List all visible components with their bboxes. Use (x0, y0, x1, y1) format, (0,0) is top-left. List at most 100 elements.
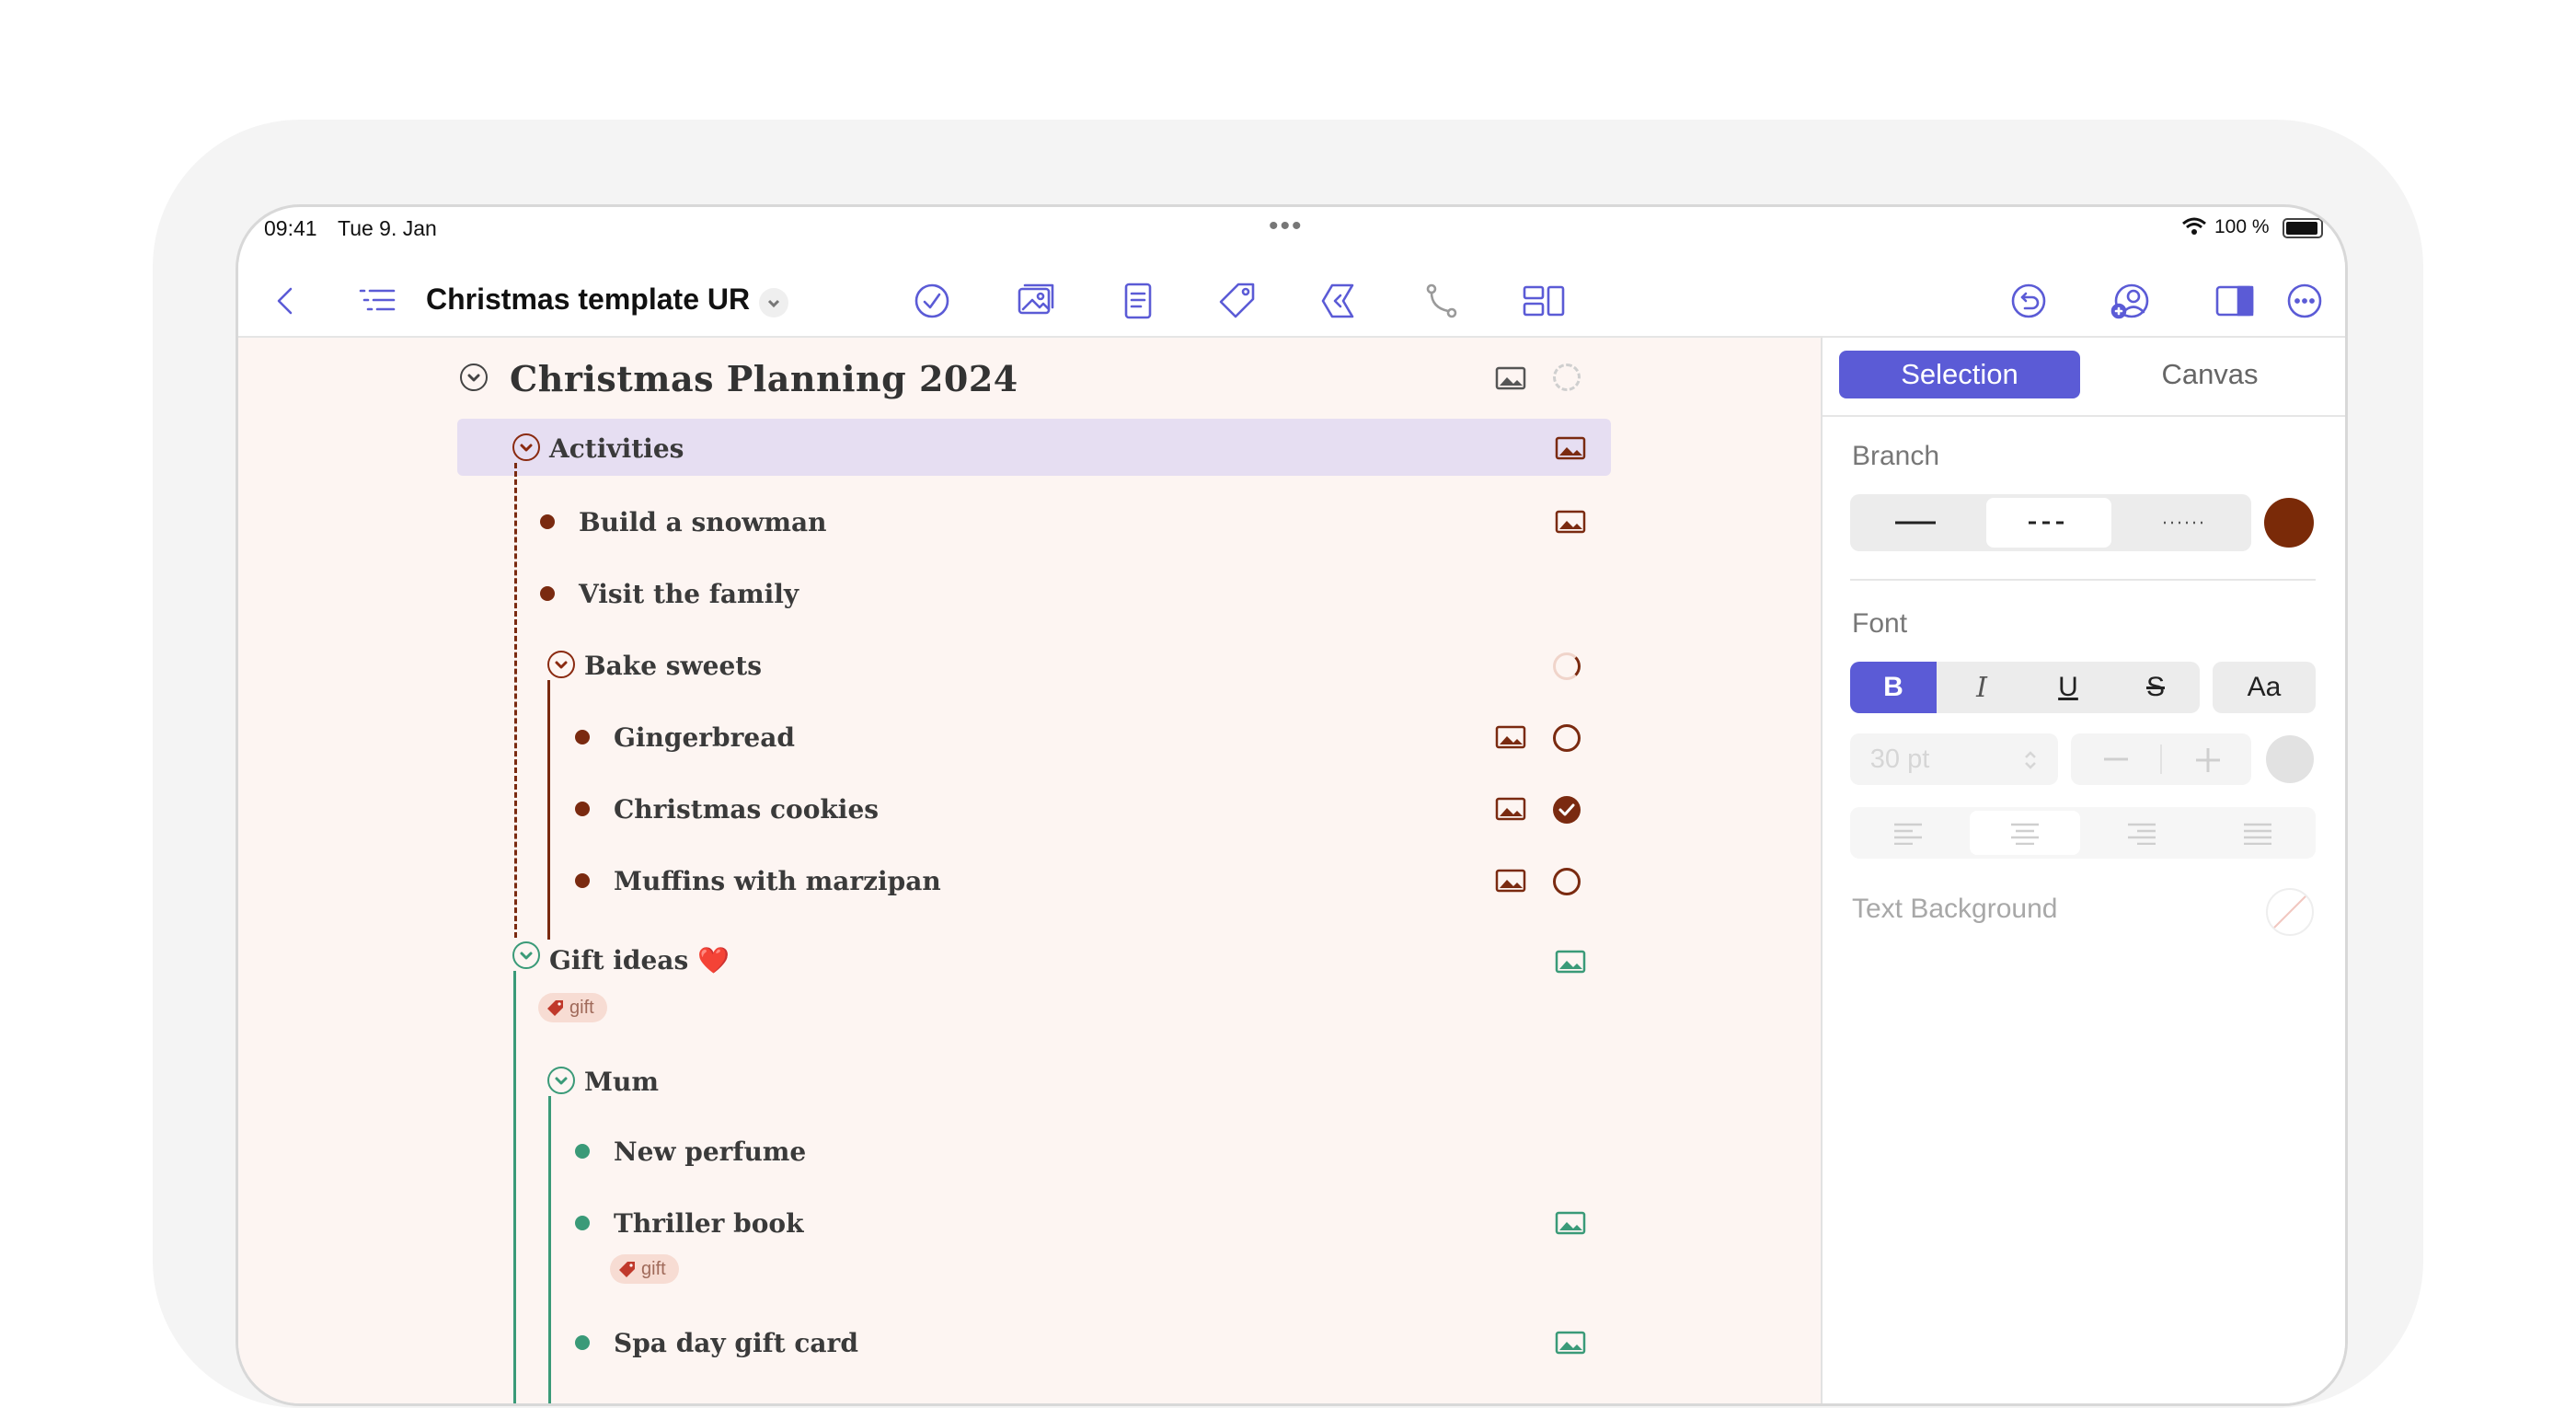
collapse-bake-sweets-icon[interactable] (547, 651, 575, 678)
layout-icon[interactable] (1515, 277, 1572, 325)
node-title: Gingerbread (614, 721, 795, 753)
task-checkbox[interactable] (1553, 868, 1581, 895)
bullet-dot (540, 586, 555, 601)
node-bake-sweets[interactable]: Bake sweets (584, 638, 762, 693)
divider (1823, 415, 2345, 417)
branch-dotted-button[interactable] (2117, 494, 2251, 551)
tag-label: gift (641, 1258, 666, 1279)
strikethrough-button[interactable]: S (2111, 662, 2200, 713)
node-activities[interactable]: Activities (549, 421, 684, 476)
image-attachment-icon[interactable] (1555, 1210, 1586, 1236)
node-spa-day[interactable]: Spa day gift card (614, 1315, 858, 1370)
progress-ring-icon (1553, 652, 1581, 680)
node-christmas-cookies[interactable]: Christmas cookies (614, 781, 879, 837)
node-title: Bake sweets (584, 650, 762, 681)
note-icon[interactable] (1114, 277, 1162, 325)
branch-dashed-button[interactable] (1986, 498, 2111, 548)
text-case-button[interactable]: Aa (2213, 662, 2316, 713)
collapse-root-icon[interactable] (460, 364, 488, 391)
image-attachment-icon[interactable] (1495, 365, 1526, 391)
align-justify-button[interactable] (2200, 807, 2316, 859)
branch-solid-button[interactable] (1850, 494, 1981, 551)
wifi-icon (2182, 217, 2206, 235)
back-icon[interactable] (262, 277, 310, 325)
chevron-down-icon[interactable] (759, 288, 788, 317)
collapse-mum-icon[interactable] (547, 1067, 575, 1094)
root-node[interactable]: Christmas Planning 2024 (510, 351, 1018, 406)
node-build-a-snowman[interactable]: Build a snowman (579, 494, 827, 549)
battery-percent: 100 % (2214, 216, 2270, 237)
solid-line-icon (1895, 521, 1936, 525)
toolbar: Christmas template UR (238, 262, 2345, 338)
node-visit-the-family[interactable]: Visit the family (579, 566, 799, 621)
node-title: Build a snowman (579, 506, 827, 537)
align-right-button[interactable] (2084, 807, 2200, 859)
image-attachment-icon[interactable] (1555, 435, 1586, 461)
dotted-line-icon (2164, 521, 2204, 525)
task-checkbox-checked[interactable] (1553, 796, 1581, 824)
collapse-activities-icon[interactable] (512, 433, 540, 461)
connection-icon[interactable] (1418, 277, 1466, 325)
align-center-icon (2011, 823, 2039, 845)
tag-icon (619, 1262, 635, 1277)
image-attachment-icon[interactable] (1495, 868, 1526, 894)
image-attachment-icon[interactable] (1555, 509, 1586, 535)
alignment-control (1850, 807, 2316, 859)
divider (1850, 579, 2316, 581)
collapse-gift-ideas-icon[interactable] (512, 941, 540, 969)
share-collaborate-icon[interactable] (2106, 277, 2154, 325)
node-gift-ideas[interactable]: Gift ideas ❤️ (549, 932, 730, 987)
image-gallery-icon[interactable] (1009, 277, 1064, 325)
plus-icon[interactable] (2194, 746, 2222, 774)
image-attachment-icon[interactable] (1495, 796, 1526, 822)
tag-icon[interactable] (1213, 277, 1261, 325)
bake-branch-line (547, 680, 550, 940)
bullet-dot (540, 514, 555, 529)
underline-button[interactable]: U (2025, 662, 2111, 713)
tab-canvas[interactable]: Canvas (2089, 351, 2330, 398)
more-options-icon[interactable] (2281, 277, 2329, 325)
tag-icon (547, 1000, 563, 1016)
gifts-branch-line (513, 971, 516, 1403)
sidebar-toggle-icon[interactable] (2207, 277, 2262, 325)
node-gingerbread[interactable]: Gingerbread (614, 710, 795, 765)
multitasking-dots-icon[interactable]: ••• (1269, 211, 1304, 242)
mum-branch-line (548, 1096, 551, 1403)
dashed-line-icon (2029, 521, 2069, 525)
minus-icon[interactable] (2102, 750, 2130, 768)
node-muffins[interactable]: Muffins with marzipan (614, 853, 941, 908)
align-left-button[interactable] (1850, 807, 1966, 859)
text-background-swatch[interactable] (2266, 888, 2314, 936)
tag-chip[interactable]: gift (538, 993, 607, 1022)
branch-color-swatch[interactable] (2264, 498, 2314, 548)
font-size-value: 30 pt (1869, 744, 1930, 774)
node-title: Thriller book (614, 1207, 804, 1239)
status-bar: 09:41 Tue 9. Jan ••• 100 % (238, 207, 2345, 262)
align-center-button[interactable] (1970, 811, 2080, 855)
link-back-icon[interactable] (1315, 277, 1363, 325)
activities-branch-line (514, 463, 517, 938)
image-attachment-icon[interactable] (1495, 724, 1526, 750)
tab-selection[interactable]: Selection (1839, 351, 2080, 398)
node-new-perfume[interactable]: New perfume (614, 1124, 806, 1179)
node-title: Visit the family (579, 578, 799, 609)
node-title: Spa day gift card (614, 1327, 858, 1358)
bullet-dot (575, 1335, 590, 1350)
text-case-control: Aa (2213, 662, 2316, 713)
activities-title: Activities (549, 433, 684, 464)
outline-canvas[interactable]: Christmas Planning 2024 Activities Build… (238, 338, 1823, 1403)
font-color-swatch[interactable] (2266, 735, 2314, 783)
bold-button[interactable]: B (1850, 662, 1937, 713)
task-check-icon[interactable] (908, 277, 956, 325)
node-mum[interactable]: Mum (584, 1054, 659, 1109)
font-size-field[interactable]: 30 pt (1850, 733, 2058, 785)
node-thriller-book[interactable]: Thriller book (614, 1195, 804, 1251)
tag-chip[interactable]: gift (610, 1254, 679, 1284)
task-checkbox[interactable] (1553, 724, 1581, 752)
gift-ideas-title: Gift ideas ❤️ (549, 944, 730, 975)
image-attachment-icon[interactable] (1555, 949, 1586, 975)
italic-button[interactable]: I (1938, 662, 2025, 713)
document-title[interactable]: Christmas template UR (426, 283, 750, 317)
outline-list-icon[interactable] (349, 277, 404, 325)
image-attachment-icon[interactable] (1555, 1330, 1586, 1356)
